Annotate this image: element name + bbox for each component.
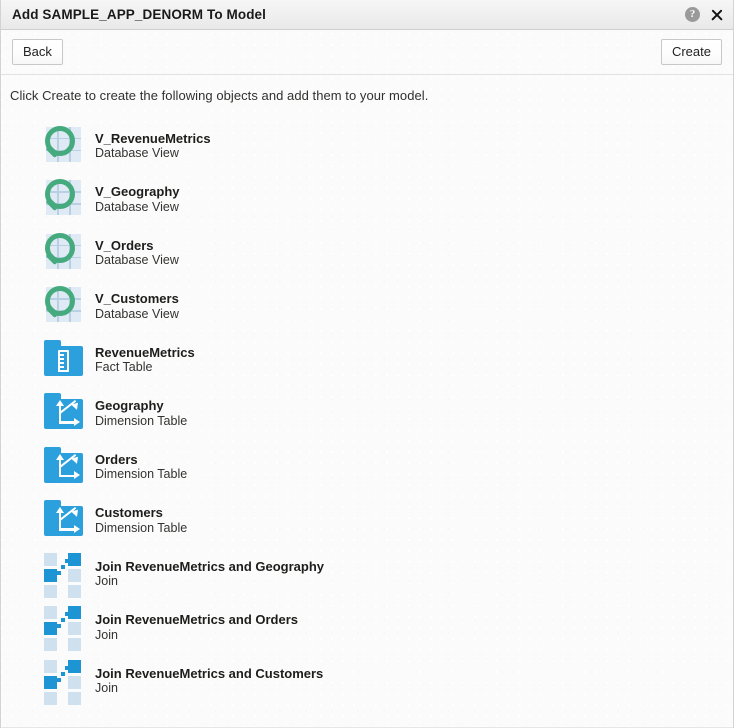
object-name: Join RevenueMetrics and Orders <box>95 612 299 628</box>
object-text: Join RevenueMetrics and Geography Join <box>95 559 324 589</box>
database-view-icon <box>41 176 87 222</box>
fact-table-icon <box>41 337 87 383</box>
join-icon <box>41 658 87 705</box>
object-text: Orders Dimension Table <box>95 452 187 482</box>
object-name: V_Customers <box>95 291 179 307</box>
close-icon[interactable] <box>709 7 725 23</box>
object-list-item[interactable]: Join RevenueMetrics and Geography Join <box>41 547 733 601</box>
object-text: V_Orders Database View <box>95 238 179 268</box>
object-name: Join RevenueMetrics and Customers <box>95 665 324 681</box>
object-type: Join <box>95 681 118 696</box>
titlebar-actions: ? <box>685 7 725 23</box>
object-type: Join <box>95 627 118 642</box>
dimension-table-icon <box>41 497 87 543</box>
database-view-icon <box>41 283 87 329</box>
object-type: Database View <box>95 253 179 268</box>
object-type: Dimension Table <box>95 413 188 428</box>
object-type: Join <box>95 574 118 589</box>
object-name: Join RevenueMetrics and Geography <box>95 558 325 574</box>
dimension-table-icon <box>41 390 87 436</box>
dialog-toolbar: Back Create <box>1 30 733 75</box>
object-name: RevenueMetrics <box>95 344 195 360</box>
object-list-item[interactable]: Geography Dimension Table <box>41 387 733 441</box>
add-to-model-dialog: Add SAMPLE_APP_DENORM To Model ? Back Cr… <box>0 0 734 728</box>
object-name: V_RevenueMetrics <box>95 130 211 146</box>
database-view-icon <box>41 123 87 169</box>
object-name: Customers <box>95 505 163 521</box>
object-text: RevenueMetrics Fact Table <box>95 345 195 375</box>
object-list-item[interactable]: Customers Dimension Table <box>41 494 733 548</box>
object-type: Dimension Table <box>95 467 188 482</box>
object-text: V_Geography Database View <box>95 184 180 214</box>
object-type: Database View <box>95 306 179 321</box>
object-text: Customers Dimension Table <box>95 505 187 535</box>
back-button[interactable]: Back <box>12 39 63 65</box>
instruction-text: Click Create to create the following obj… <box>10 88 429 103</box>
object-name: V_Geography <box>95 184 180 200</box>
object-list-item[interactable]: V_Geography Database View <box>41 173 733 227</box>
join-icon <box>41 604 87 652</box>
object-list-item[interactable]: Join RevenueMetrics and Orders Join <box>41 601 733 655</box>
object-type: Dimension Table <box>95 520 188 535</box>
database-view-icon <box>41 230 87 276</box>
object-list-item[interactable]: V_RevenueMetrics Database View <box>41 119 733 173</box>
object-text: Join RevenueMetrics and Orders Join <box>95 612 298 642</box>
object-list-item[interactable]: RevenueMetrics Fact Table <box>41 333 733 387</box>
object-name: Orders <box>95 451 138 467</box>
object-list-item[interactable]: Orders Dimension Table <box>41 440 733 494</box>
object-text: V_RevenueMetrics Database View <box>95 131 211 161</box>
object-name: V_Orders <box>95 237 154 253</box>
dialog-titlebar: Add SAMPLE_APP_DENORM To Model ? <box>1 0 733 30</box>
object-type: Database View <box>95 146 179 161</box>
help-icon[interactable]: ? <box>685 7 700 22</box>
object-text: Join RevenueMetrics and Customers Join <box>95 666 323 696</box>
object-type: Fact Table <box>95 360 153 375</box>
join-icon <box>41 551 87 598</box>
object-list-item[interactable]: V_Customers Database View <box>41 280 733 334</box>
dialog-title: Add SAMPLE_APP_DENORM To Model <box>12 7 267 22</box>
object-text: Geography Dimension Table <box>95 398 187 428</box>
object-list: V_RevenueMetrics Database View V_Geography… <box>1 112 733 728</box>
object-type: Database View <box>95 199 179 214</box>
object-text: V_Customers Database View <box>95 291 179 321</box>
object-name: Geography <box>95 398 164 414</box>
object-list-item[interactable]: V_Orders Database View <box>41 226 733 280</box>
object-list-item[interactable]: Join RevenueMetrics and Customers Join <box>41 654 733 708</box>
dimension-table-icon <box>41 444 87 490</box>
create-button[interactable]: Create <box>660 39 722 65</box>
